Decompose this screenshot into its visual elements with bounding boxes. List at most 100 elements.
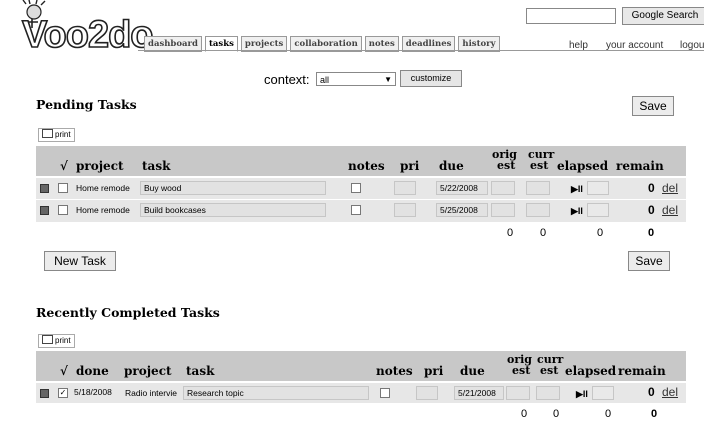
new-task-label: New Task	[54, 254, 106, 268]
chevron-down-icon: ▼	[384, 75, 392, 84]
due-field[interactable]: 5/25/2008	[436, 203, 488, 217]
context-select[interactable]: all ▼	[316, 72, 396, 86]
timer-play-pause-icon[interactable]: ▶II	[571, 206, 583, 217]
due-field[interactable]: 5/21/2008	[454, 386, 504, 400]
curr-est-field[interactable]	[526, 203, 550, 217]
timer-play-pause-icon[interactable]: ▶II	[571, 184, 583, 195]
task-name-field[interactable]: Buy wood	[140, 181, 326, 195]
account-link[interactable]: your account	[606, 40, 663, 51]
context-label: context:	[264, 72, 310, 87]
remain-value: 0	[648, 203, 655, 217]
logo-text: Voo2do	[21, 13, 154, 57]
task-name: Build bookcases	[144, 205, 206, 215]
total-remain: 0	[651, 408, 658, 420]
complete-checkbox[interactable]: ✓	[58, 388, 68, 398]
col-orig-est: est	[512, 364, 531, 377]
complete-checkbox[interactable]	[58, 205, 68, 215]
printer-icon	[42, 129, 53, 138]
orig-est-field[interactable]	[491, 203, 515, 217]
col-due: due	[460, 364, 485, 378]
due-value: 5/22/2008	[440, 183, 478, 193]
task-name: Buy wood	[144, 183, 182, 193]
priority-field[interactable]	[394, 203, 416, 217]
total-remain: 0	[648, 227, 655, 239]
col-done: done	[76, 364, 109, 378]
col-project: project	[124, 364, 172, 378]
col-pri: pri	[424, 364, 444, 378]
notes-checkbox[interactable]	[380, 388, 390, 398]
total-elapsed: 0	[597, 227, 604, 239]
print-button-completed[interactable]: print	[38, 334, 75, 348]
print-button-pending[interactable]: print	[38, 128, 75, 142]
remain-value: 0	[648, 181, 655, 195]
complete-checkbox[interactable]	[58, 183, 68, 193]
col-curr-est: est	[530, 159, 549, 172]
delete-link[interactable]: del	[662, 203, 678, 217]
logout-link[interactable]: logou	[680, 40, 704, 51]
col-task: task	[186, 364, 215, 378]
logo[interactable]: Voo2do	[8, 0, 154, 64]
task-name-field[interactable]: Build bookcases	[140, 203, 326, 217]
notes-checkbox[interactable]	[351, 205, 361, 215]
total-elapsed: 0	[605, 408, 612, 420]
print-label: print	[55, 336, 71, 345]
notes-checkbox[interactable]	[351, 183, 361, 193]
task-name-field[interactable]: Research topic	[183, 386, 369, 400]
col-pri: pri	[400, 159, 420, 173]
task-project[interactable]: Home remode	[76, 183, 136, 193]
due-value: 5/25/2008	[440, 205, 478, 215]
task-project[interactable]: Home remode	[76, 205, 136, 215]
task-project[interactable]: Radio intervie	[125, 388, 181, 398]
col-check: √	[60, 364, 68, 378]
col-orig-est: est	[497, 159, 516, 172]
timer-play-pause-icon[interactable]: ▶II	[576, 389, 588, 400]
due-field[interactable]: 5/22/2008	[436, 181, 488, 195]
expand-icon[interactable]	[40, 206, 49, 215]
delete-link[interactable]: del	[662, 181, 678, 195]
col-curr-est: est	[540, 364, 559, 377]
google-search-button[interactable]: Google Search	[622, 7, 704, 25]
col-remain: remain	[616, 159, 664, 173]
col-check: √	[60, 159, 68, 173]
pending-table-header: √ project task notes pri due orig est cu…	[36, 146, 686, 176]
orig-est-field[interactable]	[491, 181, 515, 195]
orig-est-field[interactable]	[506, 386, 530, 400]
done-date: 5/18/2008	[74, 387, 112, 397]
printer-icon	[42, 335, 53, 344]
curr-est-field[interactable]	[526, 181, 550, 195]
context-value: all	[320, 75, 330, 85]
col-elapsed: elapsed	[565, 364, 617, 378]
total-orig-est: 0	[521, 408, 528, 420]
col-remain: remain	[618, 364, 666, 378]
priority-field[interactable]	[416, 386, 438, 400]
elapsed-field[interactable]	[592, 386, 614, 400]
customize-button[interactable]: customize	[400, 70, 462, 87]
delete-link[interactable]: del	[662, 385, 678, 399]
help-link[interactable]: help	[569, 40, 588, 51]
total-curr-est: 0	[540, 227, 547, 239]
save-button-top[interactable]: Save	[632, 96, 674, 116]
table-row: ✓ 5/18/2008 Radio intervie Research topi…	[36, 382, 686, 403]
total-orig-est: 0	[507, 227, 514, 239]
priority-field[interactable]	[394, 181, 416, 195]
new-task-button[interactable]: New Task	[44, 251, 116, 271]
expand-icon[interactable]	[40, 389, 49, 398]
remain-value: 0	[648, 385, 655, 399]
col-project: project	[76, 159, 124, 173]
elapsed-field[interactable]	[587, 203, 609, 217]
expand-icon[interactable]	[40, 184, 49, 193]
col-due: due	[439, 159, 464, 173]
save-label: Save	[635, 254, 663, 268]
pending-title: Pending Tasks	[36, 97, 137, 112]
search-input[interactable]	[526, 8, 616, 24]
table-row: Home remode Buy wood 5/22/2008 ▶II 0 del	[36, 177, 686, 199]
print-label: print	[55, 130, 71, 139]
curr-est-field[interactable]	[536, 386, 560, 400]
save-button-bottom[interactable]: Save	[628, 251, 670, 271]
col-task: task	[142, 159, 171, 173]
col-elapsed: elapsed	[557, 159, 609, 173]
col-notes: notes	[376, 364, 413, 378]
col-notes: notes	[348, 159, 385, 173]
due-value: 5/21/2008	[458, 388, 496, 398]
elapsed-field[interactable]	[587, 181, 609, 195]
